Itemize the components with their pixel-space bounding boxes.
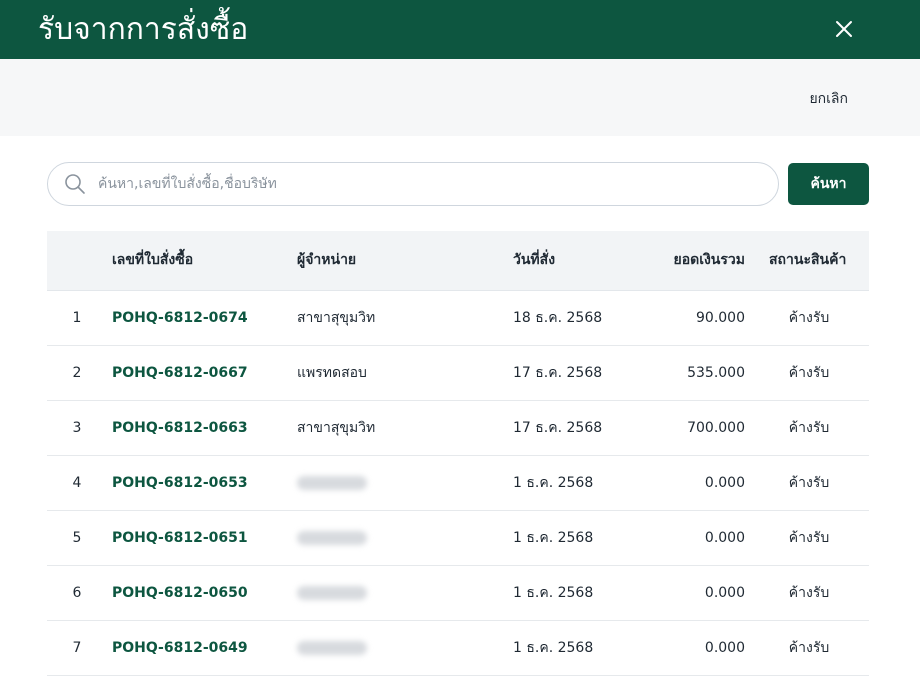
- total-amount: 700.000: [687, 420, 745, 436]
- table-row[interactable]: 5 POHQ-6812-0651 1 ธ.ค. 2568 0.000 ค้างรับ: [47, 511, 869, 566]
- dialog-title: รับจากการสั่งซื้อ: [38, 12, 249, 47]
- total-amount: 0.000: [704, 585, 745, 601]
- table-row[interactable]: 6 POHQ-6812-0650 1 ธ.ค. 2568 0.000 ค้างรับ: [47, 566, 869, 621]
- table-header: เลขที่ใบสั่งซื้อ ผู้จำหน่าย วันที่สั่ง ย…: [47, 231, 869, 291]
- table-body: 1 POHQ-6812-0674 สาขาสุขุมวิท 18 ธ.ค. 2568 9…: [47, 291, 869, 676]
- vendor-name: แพรทดสอบ: [297, 365, 367, 381]
- redacted-vendor: [297, 586, 367, 600]
- header-po-number: เลขที่ใบสั่งซื้อ: [112, 252, 194, 268]
- status-badge: ค้างรับ: [788, 420, 830, 436]
- status-badge: ค้างรับ: [788, 365, 830, 381]
- status-badge: ค้างรับ: [788, 475, 830, 491]
- search-button[interactable]: ค้นหา: [788, 163, 869, 205]
- status-badge: ค้างรับ: [788, 585, 830, 601]
- cancel-button[interactable]: ยกเลิก: [809, 88, 848, 110]
- vendor-name: สาขาสุขุมวิท: [297, 310, 376, 326]
- vendor-name: [297, 456, 367, 510]
- order-date: 17 ธ.ค. 2568: [513, 365, 603, 381]
- order-date: 1 ธ.ค. 2568: [513, 475, 594, 491]
- po-number-link[interactable]: POHQ-6812-0650: [112, 566, 248, 620]
- redacted-vendor: [297, 641, 367, 655]
- po-number-link[interactable]: POHQ-6812-0663: [112, 401, 248, 455]
- header-total: ยอดเงินรวม: [673, 252, 745, 268]
- redacted-vendor: [297, 476, 367, 490]
- row-number: 7: [72, 640, 82, 656]
- vendor-name: [297, 511, 367, 565]
- header-status: สถานะสินค้า: [769, 252, 847, 268]
- table-row[interactable]: 3 POHQ-6812-0663 สาขาสุขุมวิท 17 ธ.ค. 2568 7…: [47, 401, 869, 456]
- search-box: [47, 162, 779, 206]
- order-date: 17 ธ.ค. 2568: [513, 420, 603, 436]
- vendor-name: สาขาสุขุมวิท: [297, 420, 376, 436]
- row-number: 4: [72, 475, 82, 491]
- status-badge: ค้างรับ: [788, 530, 830, 546]
- row-number: 3: [72, 420, 82, 436]
- row-number: 6: [72, 585, 82, 601]
- po-number-link[interactable]: POHQ-6812-0674: [112, 291, 248, 345]
- table-row[interactable]: 1 POHQ-6812-0674 สาขาสุขุมวิท 18 ธ.ค. 2568 9…: [47, 291, 869, 346]
- po-number-link[interactable]: POHQ-6812-0651: [112, 511, 248, 565]
- close-button[interactable]: [826, 11, 862, 47]
- total-amount: 0.000: [704, 475, 745, 491]
- po-number-link[interactable]: POHQ-6812-0649: [112, 621, 248, 675]
- row-number: 2: [72, 365, 82, 381]
- po-number-link[interactable]: POHQ-6812-0667: [112, 346, 248, 400]
- close-icon: [836, 21, 852, 37]
- total-amount: 0.000: [704, 530, 745, 546]
- order-date: 18 ธ.ค. 2568: [513, 310, 603, 326]
- total-amount: 90.000: [696, 310, 745, 326]
- header-vendor: ผู้จำหน่าย: [297, 252, 357, 268]
- order-date: 1 ธ.ค. 2568: [513, 530, 594, 546]
- row-number: 5: [72, 530, 82, 546]
- po-number-link[interactable]: POHQ-6812-0653: [112, 456, 248, 510]
- header-order-date: วันที่สั่ง: [513, 252, 556, 268]
- purchase-order-table: เลขที่ใบสั่งซื้อ ผู้จำหน่าย วันที่สั่ง ย…: [47, 231, 869, 676]
- order-date: 1 ธ.ค. 2568: [513, 585, 594, 601]
- redacted-vendor: [297, 531, 367, 545]
- dialog-toolbar: ยกเลิก: [0, 59, 920, 136]
- status-badge: ค้างรับ: [788, 640, 830, 656]
- table-row[interactable]: 4 POHQ-6812-0653 1 ธ.ค. 2568 0.000 ค้างรับ: [47, 456, 869, 511]
- order-date: 1 ธ.ค. 2568: [513, 640, 594, 656]
- vendor-name: [297, 566, 367, 620]
- table-row[interactable]: 7 POHQ-6812-0649 1 ธ.ค. 2568 0.000 ค้างรับ: [47, 621, 869, 676]
- total-amount: 0.000: [704, 640, 745, 656]
- search-input[interactable]: [98, 163, 758, 205]
- search-icon: [65, 174, 85, 194]
- vendor-name: [297, 621, 367, 675]
- status-badge: ค้างรับ: [788, 310, 830, 326]
- table-row[interactable]: 2 POHQ-6812-0667 แพรทดสอบ 17 ธ.ค. 2568 535.0…: [47, 346, 869, 401]
- row-number: 1: [72, 310, 82, 326]
- total-amount: 535.000: [687, 365, 745, 381]
- dialog-header: รับจากการสั่งซื้อ: [0, 0, 920, 59]
